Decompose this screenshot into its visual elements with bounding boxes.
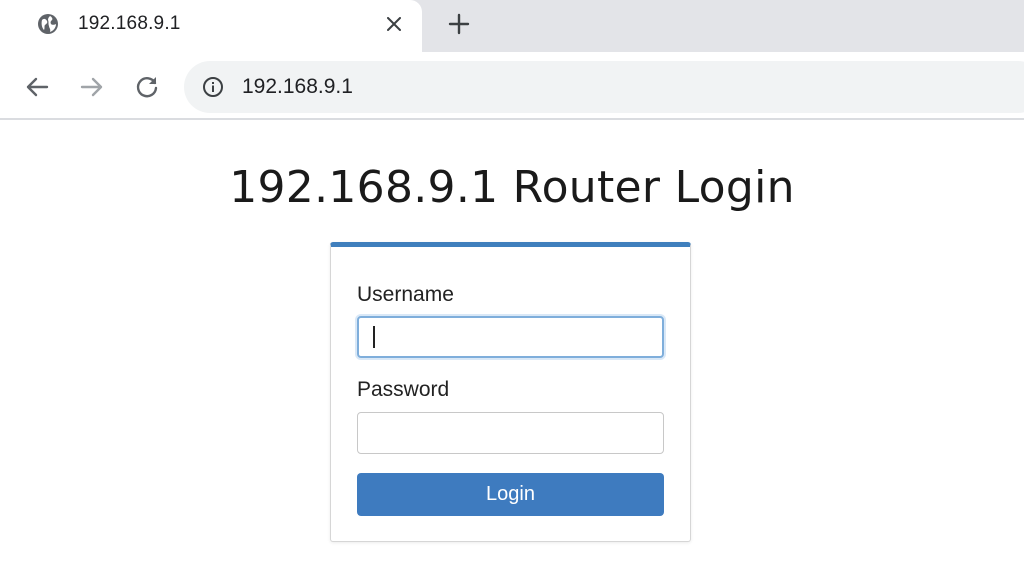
browser-toolbar: 192.168.9.1 bbox=[0, 52, 1024, 120]
login-button[interactable]: Login bbox=[357, 473, 664, 516]
address-bar[interactable]: 192.168.9.1 bbox=[184, 61, 1024, 113]
forward-arrow-icon[interactable] bbox=[77, 72, 107, 102]
back-arrow-icon[interactable] bbox=[22, 72, 52, 102]
password-input[interactable] bbox=[357, 412, 664, 454]
password-label: Password bbox=[357, 378, 450, 401]
new-tab-plus-icon[interactable] bbox=[444, 9, 474, 39]
close-icon[interactable] bbox=[380, 10, 408, 38]
tab-strip: 192.168.9.1 bbox=[0, 0, 1024, 52]
address-bar-url: 192.168.9.1 bbox=[242, 75, 353, 98]
reload-icon[interactable] bbox=[132, 72, 162, 102]
username-input[interactable] bbox=[357, 316, 664, 358]
login-card: Username Password Login bbox=[330, 242, 691, 542]
globe-icon bbox=[36, 12, 60, 36]
tab-title: 192.168.9.1 bbox=[78, 13, 181, 34]
page-title: 192.168.9.1 Router Login bbox=[229, 162, 795, 213]
info-icon[interactable] bbox=[202, 76, 224, 98]
username-label: Username bbox=[357, 283, 454, 306]
browser-tab[interactable]: 192.168.9.1 bbox=[0, 0, 422, 52]
text-caret bbox=[373, 326, 375, 348]
